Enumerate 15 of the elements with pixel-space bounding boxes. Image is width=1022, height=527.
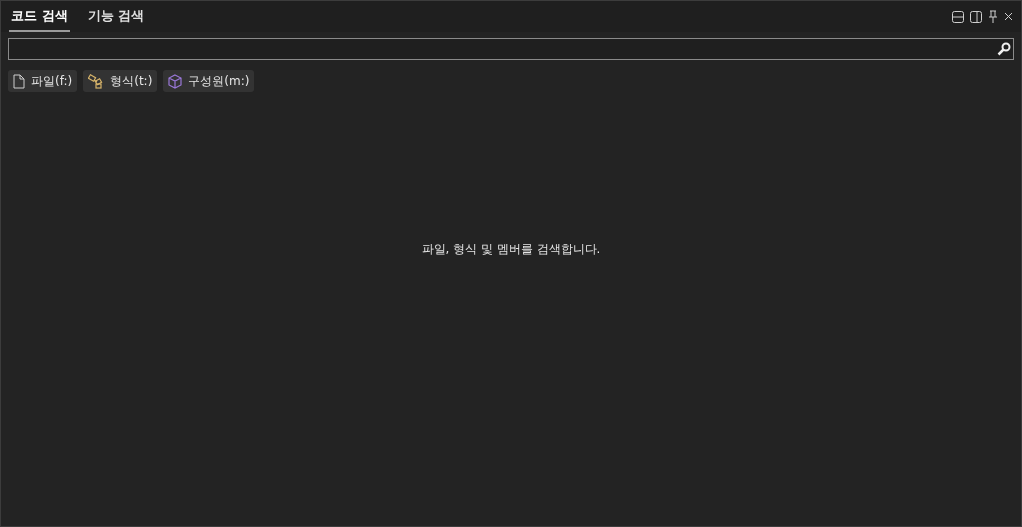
cube-icon: [168, 73, 183, 89]
tab[interactable]: 코드 검색: [9, 1, 70, 32]
document-icon: [13, 73, 25, 89]
split-vertical-icon[interactable]: [970, 10, 982, 23]
pin-icon[interactable]: [988, 10, 998, 23]
search-icon[interactable]: [997, 42, 1011, 56]
close-icon[interactable]: [1004, 12, 1013, 21]
split-horizontal-icon[interactable]: [952, 10, 964, 23]
empty-message: 파일, 형식 및 멤버를 검색합니다.: [421, 241, 601, 258]
filter-chip[interactable]: 형식(t:): [83, 70, 158, 92]
classes-icon: [88, 73, 105, 89]
filter-chip[interactable]: 구성원(m:): [163, 70, 255, 92]
tab[interactable]: 기능 검색: [85, 1, 147, 32]
filter-chip[interactable]: 파일(f:): [8, 70, 78, 92]
search-field[interactable]: [8, 38, 1014, 60]
